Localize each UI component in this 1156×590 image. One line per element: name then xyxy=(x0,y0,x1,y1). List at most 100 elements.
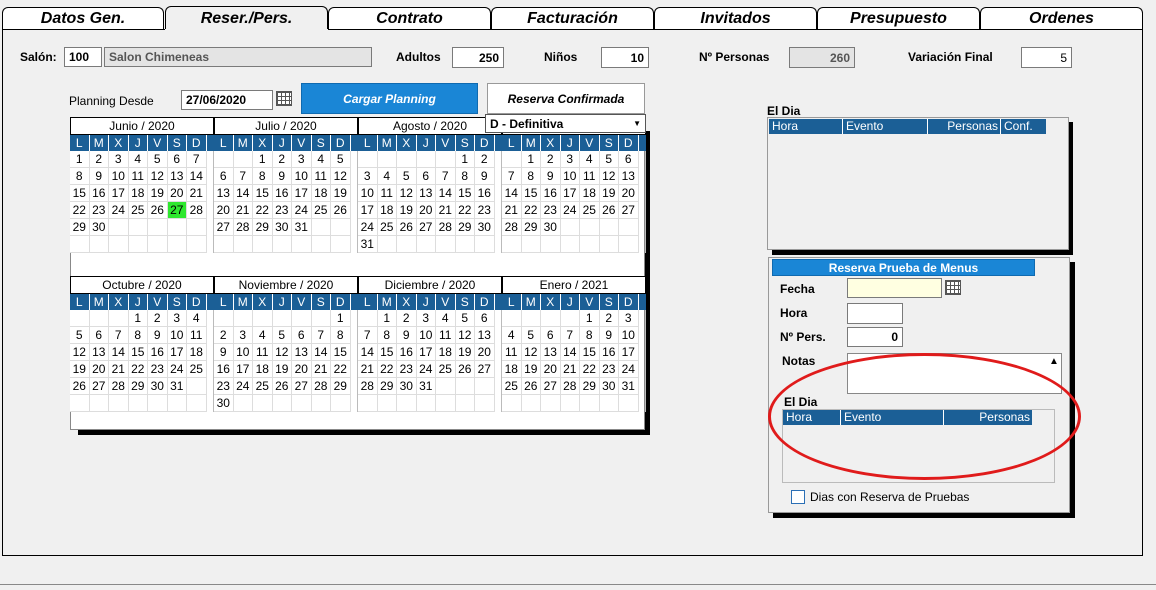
day-cell[interactable]: 9 xyxy=(272,168,292,185)
day-cell[interactable]: 31 xyxy=(358,236,378,253)
day-cell[interactable]: 20 xyxy=(292,361,312,378)
day-cell[interactable]: 25 xyxy=(311,202,331,219)
day-cell[interactable]: 1 xyxy=(580,310,600,327)
day-cell[interactable]: 30 xyxy=(475,219,495,236)
day-cell[interactable]: 6 xyxy=(475,310,495,327)
day-cell[interactable]: 19 xyxy=(70,361,90,378)
day-cell[interactable]: 14 xyxy=(233,185,253,202)
day-cell[interactable]: 23 xyxy=(89,202,109,219)
day-cell[interactable]: 20 xyxy=(541,361,561,378)
day-cell[interactable]: 22 xyxy=(70,202,90,219)
day-cell[interactable]: 30 xyxy=(397,378,417,395)
day-cell[interactable]: 18 xyxy=(580,185,600,202)
dias-reserva-checkbox[interactable] xyxy=(791,490,805,504)
day-cell[interactable]: 5 xyxy=(521,327,541,344)
day-cell[interactable]: 1 xyxy=(521,151,541,168)
day-cell[interactable]: 21 xyxy=(109,361,129,378)
day-cell[interactable]: 7 xyxy=(233,168,253,185)
hora-field[interactable] xyxy=(847,303,903,324)
day-cell[interactable]: 9 xyxy=(599,327,619,344)
day-cell[interactable]: 3 xyxy=(167,310,187,327)
day-cell[interactable]: 26 xyxy=(599,202,619,219)
day-cell[interactable]: 13 xyxy=(475,327,495,344)
day-cell[interactable]: 2 xyxy=(475,151,495,168)
day-cell[interactable]: 14 xyxy=(358,344,378,361)
day-cell[interactable]: 13 xyxy=(416,185,436,202)
day-cell[interactable]: 23 xyxy=(541,202,561,219)
day-cell[interactable]: 8 xyxy=(377,327,397,344)
day-cell[interactable]: 25 xyxy=(128,202,148,219)
day-cell[interactable]: 24 xyxy=(619,361,639,378)
day-cell[interactable]: 3 xyxy=(109,151,129,168)
day-cell[interactable]: 13 xyxy=(167,168,187,185)
day-cell[interactable]: 26 xyxy=(148,202,168,219)
day-cell[interactable]: 29 xyxy=(455,219,475,236)
day-cell[interactable]: 1 xyxy=(377,310,397,327)
day-cell[interactable]: 25 xyxy=(502,378,522,395)
day-cell[interactable]: 24 xyxy=(292,202,312,219)
day-cell[interactable]: 16 xyxy=(599,344,619,361)
day-cell[interactable]: 18 xyxy=(311,185,331,202)
day-cell[interactable]: 3 xyxy=(358,168,378,185)
day-cell[interactable]: 2 xyxy=(272,151,292,168)
day-cell[interactable]: 10 xyxy=(109,168,129,185)
day-cell[interactable]: 11 xyxy=(128,168,148,185)
day-cell[interactable]: 17 xyxy=(560,185,580,202)
tab-reser-pers[interactable]: Reser./Pers. xyxy=(165,6,328,30)
day-cell[interactable]: 6 xyxy=(167,151,187,168)
day-cell[interactable]: 5 xyxy=(331,151,351,168)
day-cell[interactable]: 26 xyxy=(272,378,292,395)
day-cell[interactable]: 18 xyxy=(187,344,207,361)
day-cell[interactable]: 29 xyxy=(253,219,273,236)
day-cell[interactable]: 9 xyxy=(214,344,234,361)
day-cell[interactable]: 6 xyxy=(416,168,436,185)
day-cell[interactable]: 7 xyxy=(560,327,580,344)
day-cell[interactable]: 14 xyxy=(187,168,207,185)
day-cell[interactable]: 19 xyxy=(599,185,619,202)
day-cell[interactable]: 25 xyxy=(253,378,273,395)
day-cell[interactable]: 28 xyxy=(560,378,580,395)
day-cell[interactable]: 6 xyxy=(89,327,109,344)
day-cell[interactable]: 4 xyxy=(253,327,273,344)
day-cell[interactable]: 29 xyxy=(70,219,90,236)
fecha-field[interactable] xyxy=(847,278,942,298)
day-cell[interactable]: 11 xyxy=(311,168,331,185)
day-cell[interactable]: 29 xyxy=(521,219,541,236)
day-cell[interactable]: 15 xyxy=(521,185,541,202)
calendar-icon[interactable] xyxy=(276,91,292,106)
day-cell[interactable]: 2 xyxy=(214,327,234,344)
day-cell[interactable]: 18 xyxy=(502,361,522,378)
day-cell[interactable]: 24 xyxy=(416,361,436,378)
day-cell[interactable]: 4 xyxy=(311,151,331,168)
day-cell[interactable]: 20 xyxy=(214,202,234,219)
day-cell[interactable]: 12 xyxy=(331,168,351,185)
reserva-confirmada-button[interactable]: Reserva Confirmada xyxy=(487,83,645,114)
day-cell[interactable]: 18 xyxy=(128,185,148,202)
day-cell[interactable]: 25 xyxy=(187,361,207,378)
day-cell[interactable]: 16 xyxy=(89,185,109,202)
day-cell[interactable]: 2 xyxy=(148,310,168,327)
day-cell[interactable]: 21 xyxy=(233,202,253,219)
day-cell[interactable]: 16 xyxy=(397,344,417,361)
day-cell[interactable]: 23 xyxy=(272,202,292,219)
day-cell[interactable]: 31 xyxy=(292,219,312,236)
day-cell[interactable]: 14 xyxy=(311,344,331,361)
day-cell[interactable]: 1 xyxy=(331,310,351,327)
day-cell[interactable]: 28 xyxy=(233,219,253,236)
day-cell[interactable]: 15 xyxy=(128,344,148,361)
day-cell[interactable]: 28 xyxy=(436,219,456,236)
day-cell[interactable]: 28 xyxy=(358,378,378,395)
day-cell[interactable]: 26 xyxy=(455,361,475,378)
day-cell[interactable]: 6 xyxy=(619,151,639,168)
day-cell[interactable]: 19 xyxy=(148,185,168,202)
day-cell[interactable]: 28 xyxy=(502,219,522,236)
day-cell[interactable]: 22 xyxy=(377,361,397,378)
day-cell[interactable]: 30 xyxy=(214,395,234,412)
tab-ordenes[interactable]: Ordenes xyxy=(980,7,1143,29)
day-cell[interactable]: 4 xyxy=(377,168,397,185)
day-cell[interactable]: 18 xyxy=(253,361,273,378)
day-cell[interactable]: 11 xyxy=(377,185,397,202)
day-cell[interactable]: 29 xyxy=(580,378,600,395)
day-cell[interactable]: 24 xyxy=(358,219,378,236)
day-cell[interactable]: 20 xyxy=(416,202,436,219)
